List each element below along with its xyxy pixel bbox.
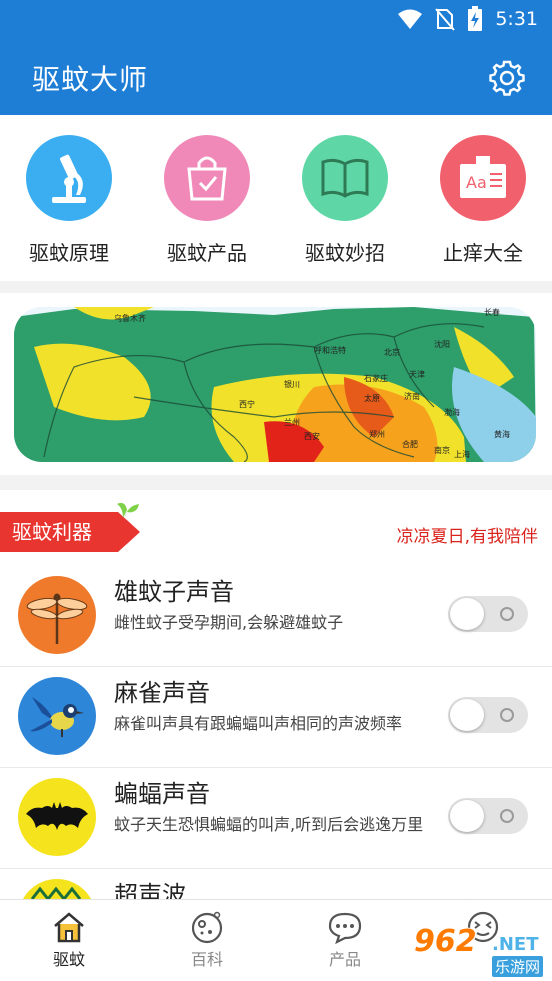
section-slogan: 凉凉夏日,有我陪伴 bbox=[396, 527, 538, 547]
app-bar: 驱蚊大师 bbox=[0, 40, 552, 115]
no-sim-icon bbox=[435, 8, 456, 31]
item-title: 雄蚊子声音 bbox=[114, 578, 234, 606]
encyclopedia-icon bbox=[191, 911, 223, 944]
sound-item-male-mosquito[interactable]: 雄蚊子声音 雌性蚊子受孕期间,会躲避雄蚊子 bbox=[0, 566, 552, 667]
sound-item-bat[interactable]: 蝙蝠声音 蚊子天生恐惧蝙蝠的叫声,听到后会逃逸万里 bbox=[0, 768, 552, 869]
svg-text:Aa: Aa bbox=[466, 173, 487, 192]
map-city-label: 北京 bbox=[384, 347, 400, 357]
heat-map-image: 乌鲁木齐呼和浩特 北京 沈阳石家庄 天津银川太原 济南西宁兰州郑州 西安合肥南京 上海 长春渤… bbox=[14, 307, 536, 462]
toggle-knob bbox=[450, 800, 484, 832]
status-icons: 5:31 bbox=[397, 6, 538, 32]
sound-item-ultrasound[interactable]: 超声波 bbox=[0, 869, 552, 899]
map-city-label: 合肥 bbox=[402, 439, 418, 449]
tab-label: 百科 bbox=[190, 950, 223, 969]
map-city-label: 西宁 bbox=[239, 399, 255, 409]
category-label: 止痒大全 bbox=[443, 241, 523, 265]
chat-icon bbox=[328, 912, 362, 944]
status-bar: 5:31 bbox=[0, 0, 552, 40]
map-city-label: 南京 bbox=[434, 445, 450, 455]
site-watermark-logo: 962 .NET 乐游网 bbox=[408, 922, 548, 980]
map-city-label: 兰州 bbox=[284, 417, 300, 427]
dragonfly-icon bbox=[18, 576, 96, 654]
map-city-label: 银川 bbox=[284, 379, 300, 389]
map-city-label: 乌鲁木齐 bbox=[114, 313, 146, 323]
watermark-suffix: .NET bbox=[492, 934, 539, 955]
map-city-label: 太原 bbox=[364, 393, 380, 403]
bat-icon bbox=[18, 778, 96, 856]
toggle-off-indicator bbox=[500, 809, 514, 823]
app-title: 驱蚊大师 bbox=[32, 63, 149, 96]
category-label: 驱蚊产品 bbox=[167, 241, 247, 265]
battery-icon bbox=[468, 6, 483, 31]
item-description: 蚊子天生恐惧蝙蝠的叫声,听到后会逃逸万里 bbox=[114, 815, 424, 834]
mosquito-map-banner[interactable]: 乌鲁木齐呼和浩特 北京 沈阳石家庄 天津银川太原 济南西宁兰州郑州 西安合肥南京 上海 长春渤… bbox=[14, 307, 536, 462]
tab-label: 产品 bbox=[328, 950, 361, 969]
category-label: 驱蚊妙招 bbox=[305, 241, 385, 265]
tab-encyclopedia[interactable]: 百科 bbox=[138, 910, 276, 970]
map-city-label: 上海 bbox=[454, 449, 470, 459]
sprout-icon bbox=[117, 502, 139, 518]
sound-toggle[interactable] bbox=[448, 697, 528, 733]
category-grid: 驱蚊原理 驱蚊产品 驱蚊妙招 Aa 止痒大全 bbox=[0, 115, 552, 281]
toggle-off-indicator bbox=[500, 708, 514, 722]
banner-area: 乌鲁木齐呼和浩特 北京 沈阳石家庄 天津银川太原 济南西宁兰州郑州 西安合肥南京 上海 长春渤… bbox=[0, 293, 552, 475]
map-city-label: 石家庄 bbox=[364, 373, 388, 383]
status-time: 5:31 bbox=[495, 8, 538, 30]
ultrasound-icon bbox=[18, 879, 96, 899]
toggle-knob bbox=[450, 699, 484, 731]
map-city-label: 郑州 bbox=[369, 429, 385, 439]
book-icon bbox=[302, 135, 388, 221]
home-icon bbox=[54, 912, 84, 943]
item-title: 蝙蝠声音 bbox=[114, 780, 210, 808]
tab-repel[interactable]: 驱蚊 bbox=[0, 910, 138, 970]
map-city-label: 济南 bbox=[404, 391, 420, 401]
item-title: 超声波 bbox=[114, 881, 186, 899]
map-city-label: 天津 bbox=[409, 369, 425, 379]
map-city-label: 黄海 bbox=[494, 429, 510, 439]
watermark-number: 962 bbox=[414, 924, 477, 959]
toggle-knob bbox=[450, 598, 484, 630]
category-products[interactable]: 驱蚊产品 bbox=[138, 135, 276, 266]
map-city-label: 西安 bbox=[304, 431, 320, 441]
section-header: 驱蚊利器 凉凉夏日,有我陪伴 bbox=[0, 490, 552, 566]
category-principle[interactable]: 驱蚊原理 bbox=[0, 135, 138, 266]
toggle-off-indicator bbox=[500, 607, 514, 621]
category-itch-relief[interactable]: Aa 止痒大全 bbox=[414, 135, 552, 266]
category-label: 驱蚊原理 bbox=[29, 241, 109, 265]
category-tips[interactable]: 驱蚊妙招 bbox=[276, 135, 414, 266]
sound-toggle[interactable] bbox=[448, 798, 528, 834]
sound-item-sparrow[interactable]: 麻雀声音 麻雀叫声具有跟蝙蝠叫声相同的声波频率 bbox=[0, 667, 552, 768]
sound-toggle[interactable] bbox=[448, 596, 528, 632]
item-description: 雌性蚊子受孕期间,会躲避雄蚊子 bbox=[114, 613, 344, 632]
repeller-section: 驱蚊利器 凉凉夏日,有我陪伴 雄蚊子声音 雌性蚊子受孕期间,会躲避雄蚊子 麻雀声… bbox=[0, 490, 552, 899]
map-city-label: 呼和浩特 bbox=[314, 345, 346, 355]
item-description: 麻雀叫声具有跟蝙蝠叫声相同的声波频率 bbox=[114, 714, 403, 733]
text-card-icon: Aa bbox=[440, 135, 526, 221]
item-title: 麻雀声音 bbox=[114, 679, 210, 707]
bird-icon bbox=[18, 677, 96, 755]
map-city-label: 沈阳 bbox=[434, 339, 450, 349]
wifi-icon bbox=[398, 9, 423, 29]
tab-products[interactable]: 产品 bbox=[276, 910, 414, 970]
settings-gear-icon[interactable] bbox=[488, 59, 526, 97]
map-city-label: 渤海 bbox=[444, 407, 460, 417]
microscope-icon bbox=[26, 135, 112, 221]
tab-label: 驱蚊 bbox=[52, 950, 85, 969]
watermark-name: 乐游网 bbox=[492, 956, 544, 977]
shopping-bag-icon bbox=[164, 135, 250, 221]
map-city-label: 长春 bbox=[484, 307, 500, 317]
